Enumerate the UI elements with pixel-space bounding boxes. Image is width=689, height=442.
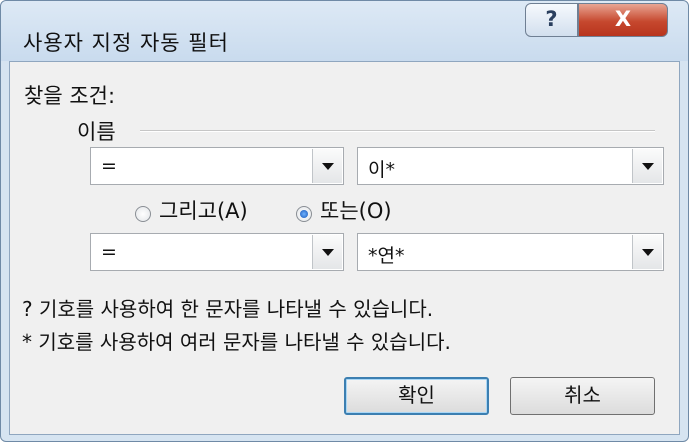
criteria-value-1: 이* [368, 159, 395, 181]
dialog-title: 사용자 지정 자동 필터 [23, 31, 229, 55]
field-name-label: 이름 [77, 120, 116, 144]
wildcard-note-single: ? 기호를 사용하여 한 문자를 나타낼 수 있습니다. [22, 297, 434, 321]
operator-value-2: = [101, 241, 117, 263]
title-bar[interactable]: 사용자 지정 자동 필터 ? X [1, 1, 688, 61]
criteria-value-combo-2[interactable]: *연* [357, 233, 664, 271]
operator-value-1: = [101, 155, 117, 177]
and-radio-label[interactable]: 그리고(A) [159, 195, 248, 225]
custom-autofilter-dialog: 사용자 지정 자동 필터 ? X 찾을 조건: 이름 = 이* 그리고(A) 또… [0, 0, 689, 442]
close-icon: X [614, 7, 632, 31]
wildcard-note-multiple: * 기호를 사용하여 여러 문자를 나타낼 수 있습니다. [22, 330, 451, 354]
criteria-value-combo-1[interactable]: 이* [357, 147, 664, 185]
chevron-down-icon[interactable] [632, 235, 662, 269]
operator-select-2[interactable]: = [90, 233, 344, 271]
or-radio-label[interactable]: 또는(O) [320, 195, 392, 225]
chevron-down-icon[interactable] [312, 235, 342, 269]
operator-select-1[interactable]: = [90, 147, 344, 185]
group-divider [140, 130, 655, 132]
ok-button[interactable]: 확인 [344, 377, 489, 415]
close-button[interactable]: X [578, 3, 668, 37]
cancel-button[interactable]: 취소 [510, 377, 655, 415]
dialog-body: 찾을 조건: 이름 = 이* 그리고(A) 또는(O) = *연* ? 기호를 … [9, 61, 680, 435]
criteria-value-2: *연* [368, 245, 405, 267]
chevron-down-icon[interactable] [312, 149, 342, 183]
help-button[interactable]: ? [525, 3, 578, 37]
question-mark-icon: ? [545, 7, 558, 31]
or-radio[interactable] [296, 206, 312, 222]
and-radio[interactable] [135, 206, 151, 222]
chevron-down-icon[interactable] [632, 149, 662, 183]
criteria-heading: 찾을 조건: [24, 84, 116, 108]
